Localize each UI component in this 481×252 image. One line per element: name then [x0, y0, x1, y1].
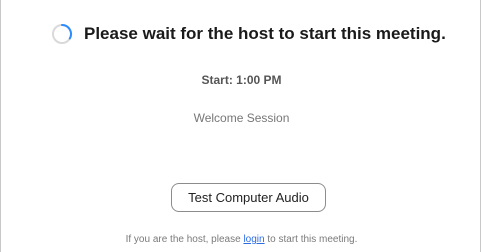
host-login-notice: If you are the host, please login to sta…: [1, 234, 481, 245]
waiting-room-window: Please wait for the host to start this m…: [0, 0, 481, 252]
loading-spinner-icon: [51, 23, 73, 45]
meeting-topic: Welcome Session: [193, 111, 290, 125]
login-link[interactable]: login: [243, 234, 264, 245]
test-computer-audio-button[interactable]: Test Computer Audio: [171, 183, 326, 212]
footer-text-after: to start this meeting.: [264, 234, 358, 245]
waiting-header: Please wait for the host to start this m…: [51, 22, 446, 46]
footer-text-before: If you are the host, please: [125, 234, 244, 245]
page-title: Please wait for the host to start this m…: [84, 24, 446, 43]
meeting-start-time: Start: 1:00 PM: [201, 73, 282, 87]
